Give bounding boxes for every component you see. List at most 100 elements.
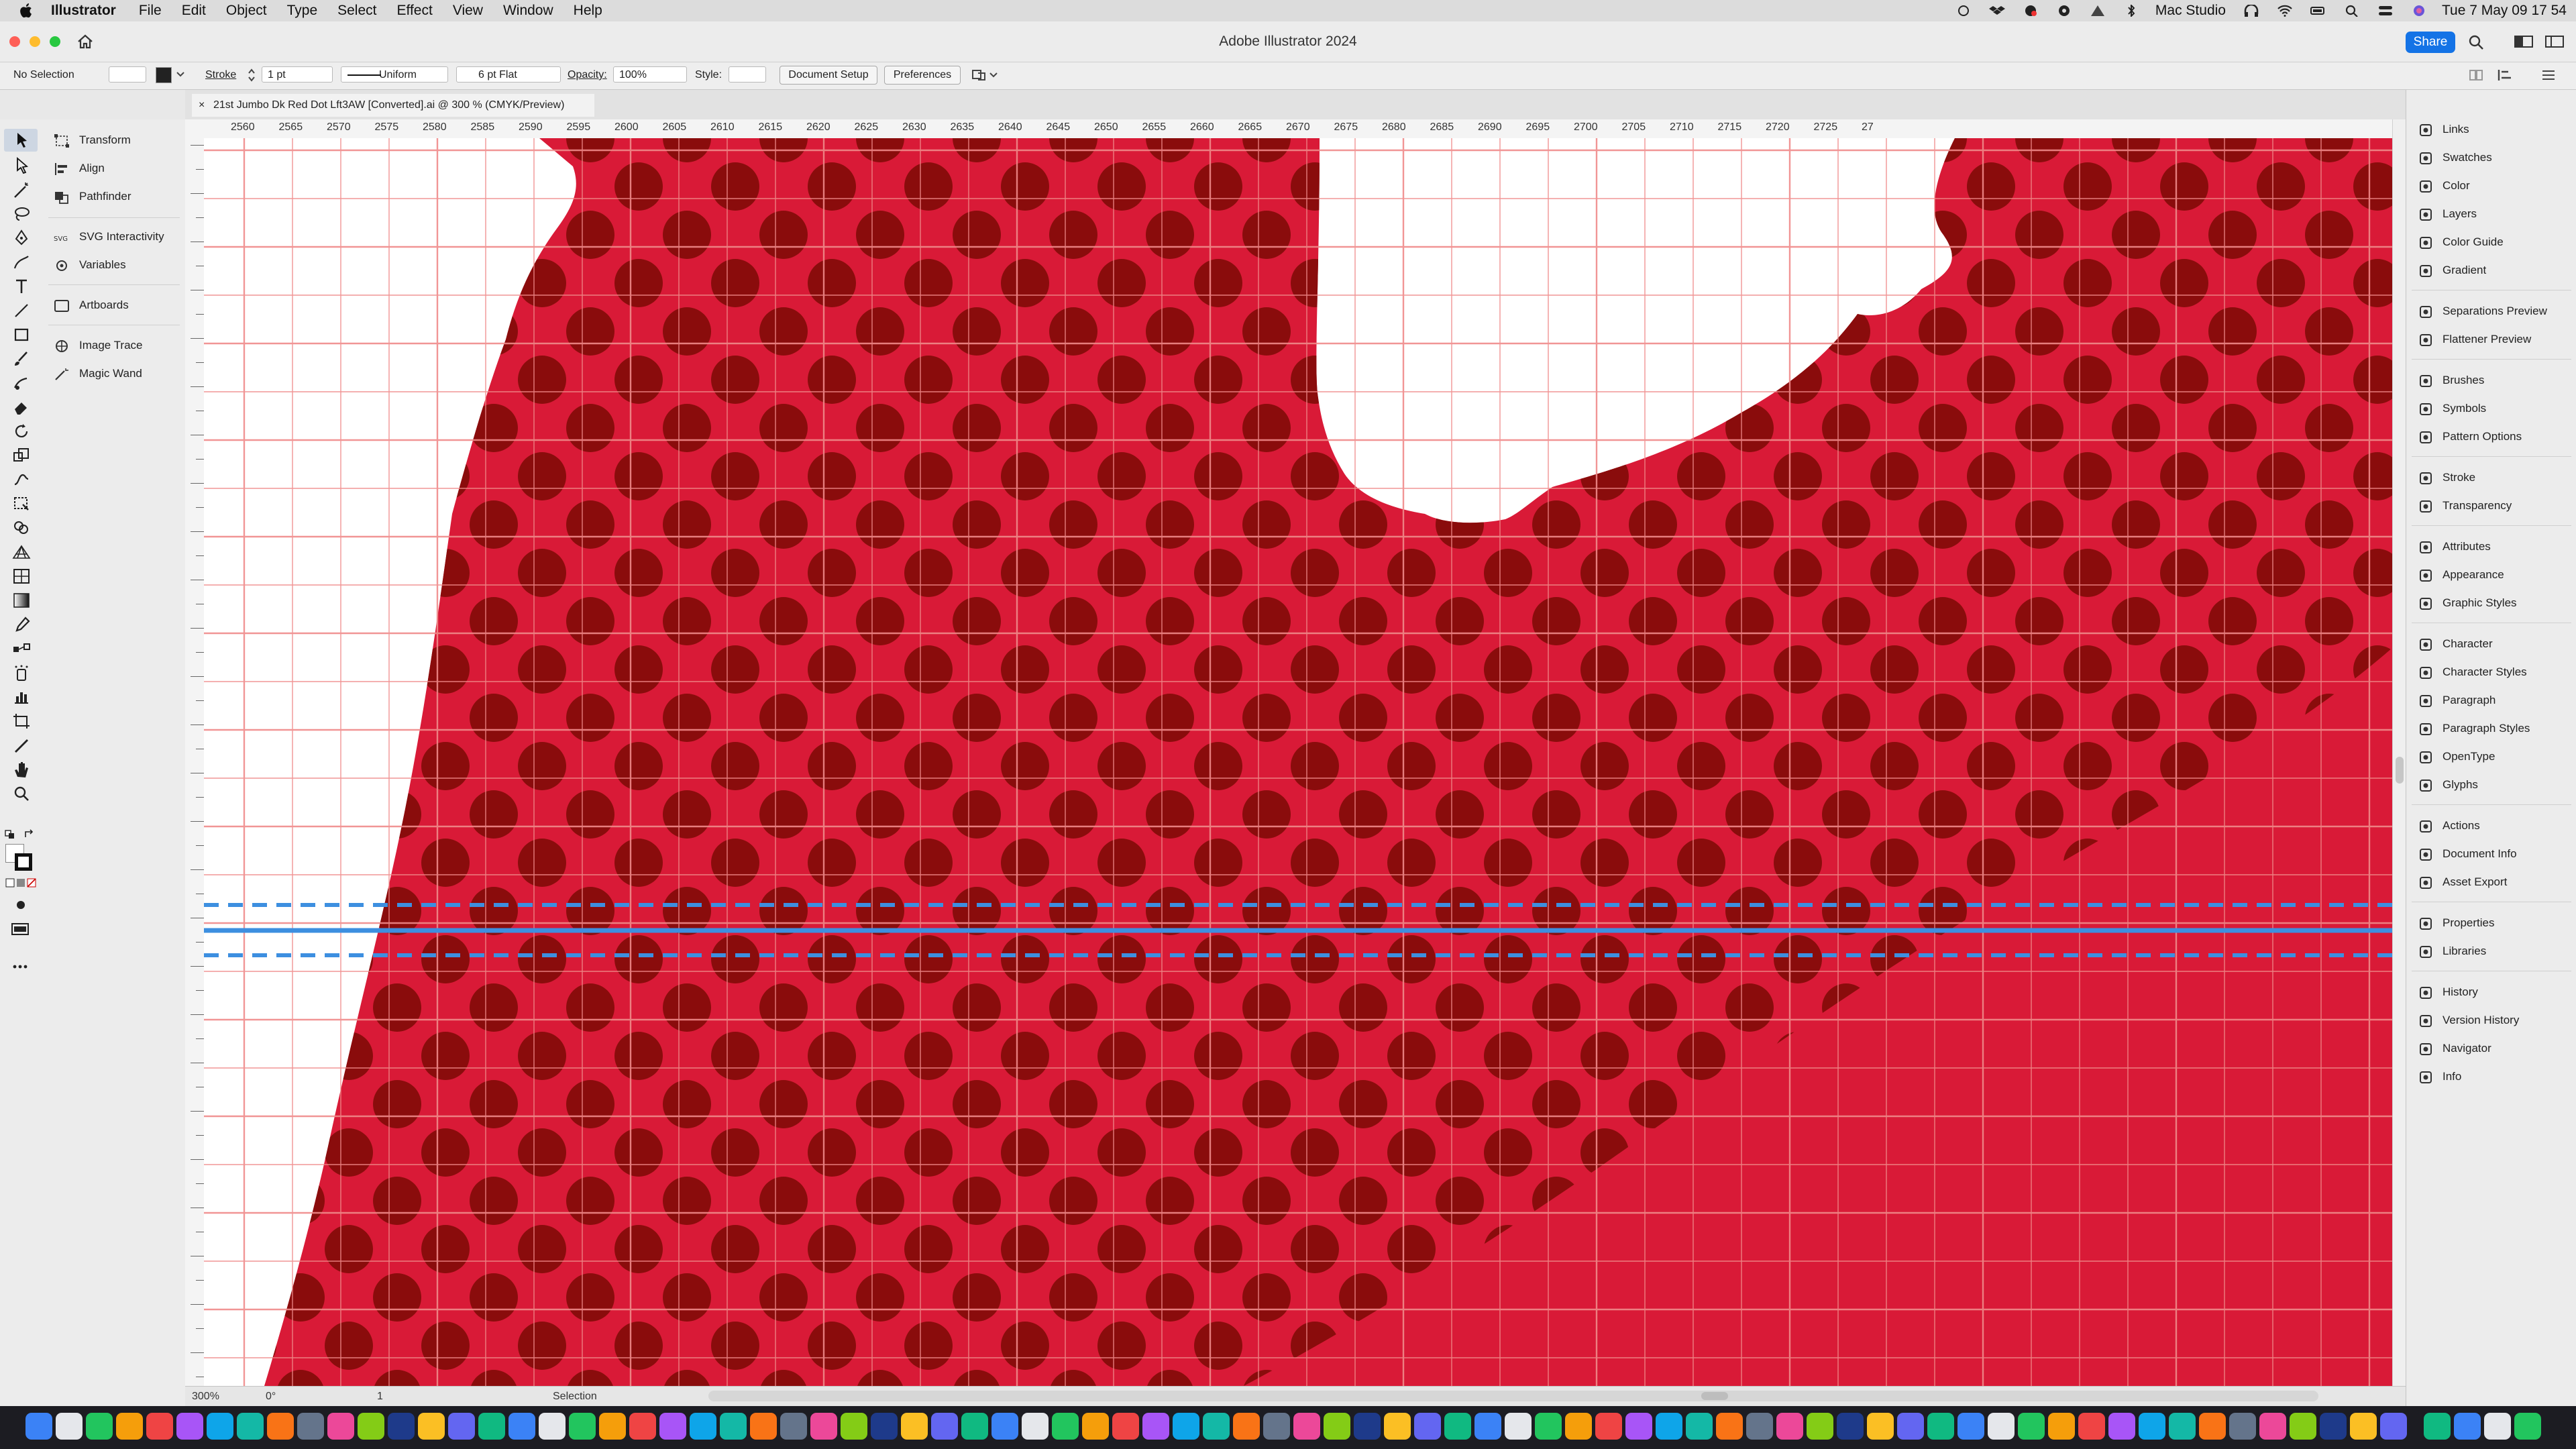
headphones-icon[interactable] bbox=[2243, 5, 2259, 17]
panel-libraries[interactable]: Libraries bbox=[2418, 940, 2486, 963]
draw-mode-icon[interactable] bbox=[12, 898, 30, 912]
panel-opentype[interactable]: OpenType bbox=[2418, 745, 2495, 768]
document-tab[interactable]: × 21st Jumbo Dk Red Dot Lft3AW [Converte… bbox=[192, 94, 594, 117]
panel-character[interactable]: Character bbox=[2418, 633, 2493, 655]
panel-graphic-styles[interactable]: Graphic Styles bbox=[2418, 592, 2517, 614]
dock-app-icon[interactable] bbox=[2229, 1413, 2256, 1440]
slice-tool-icon[interactable] bbox=[12, 737, 31, 754]
gradient-tool-icon[interactable] bbox=[12, 592, 31, 609]
panel-pathfinder[interactable]: Pathfinder bbox=[54, 186, 131, 207]
panel-artboards[interactable]: Artboards bbox=[54, 295, 129, 315]
symbol-sprayer-tool-icon[interactable] bbox=[12, 664, 31, 682]
dock-app-icon[interactable] bbox=[780, 1413, 807, 1440]
dock-app-icon[interactable] bbox=[1263, 1413, 1290, 1440]
eyedropper-tool-icon[interactable] bbox=[12, 616, 31, 633]
dock-app-icon[interactable] bbox=[116, 1413, 143, 1440]
stroke-swatch[interactable] bbox=[15, 853, 32, 871]
panel-symbols[interactable]: Symbols bbox=[2418, 397, 2486, 420]
creative-cloud-icon[interactable] bbox=[1955, 5, 1972, 17]
hand-tool-icon[interactable] bbox=[12, 761, 31, 778]
menu-file[interactable]: File bbox=[139, 3, 162, 19]
dock-app-icon[interactable] bbox=[207, 1413, 233, 1440]
stroke-weight-field[interactable]: 1 pt bbox=[262, 66, 333, 83]
swap-fill-stroke-icon[interactable] bbox=[23, 829, 36, 840]
menu-edit[interactable]: Edit bbox=[182, 3, 206, 19]
dock-app-icon[interactable] bbox=[1505, 1413, 1532, 1440]
dock-app-icon[interactable] bbox=[1746, 1413, 1773, 1440]
panel-asset-export[interactable]: Asset Export bbox=[2418, 871, 2507, 894]
artboard-number[interactable]: 1 bbox=[377, 1391, 383, 1403]
current-tool-status[interactable]: Selection bbox=[553, 1391, 597, 1403]
dock-app-icon[interactable] bbox=[2424, 1413, 2451, 1440]
search-icon[interactable] bbox=[2344, 5, 2360, 17]
scale-tool-icon[interactable] bbox=[12, 447, 31, 464]
dock-app-icon[interactable] bbox=[2018, 1413, 2045, 1440]
dock-app-icon[interactable] bbox=[1656, 1413, 1682, 1440]
dock-app-icon[interactable] bbox=[1293, 1413, 1320, 1440]
dock-app-icon[interactable] bbox=[176, 1413, 203, 1440]
dock-app-icon[interactable] bbox=[2514, 1413, 2541, 1440]
dock-app-icon[interactable] bbox=[508, 1413, 535, 1440]
direct-selection-tool-icon[interactable] bbox=[12, 157, 31, 174]
dock-app-icon[interactable] bbox=[2290, 1413, 2316, 1440]
arrange-icon[interactable] bbox=[971, 68, 998, 83]
menu-object[interactable]: Object bbox=[226, 3, 267, 19]
dock-app-icon[interactable] bbox=[1414, 1413, 1441, 1440]
dock-app-icon[interactable] bbox=[2139, 1413, 2165, 1440]
search-help-icon[interactable] bbox=[2467, 34, 2485, 51]
dock-app-icon[interactable] bbox=[358, 1413, 384, 1440]
stroke-color-swatch[interactable] bbox=[156, 67, 172, 83]
dock-app-icon[interactable] bbox=[1867, 1413, 1894, 1440]
warp-tool-icon[interactable] bbox=[12, 471, 31, 488]
panel-appearance[interactable]: Appearance bbox=[2418, 564, 2504, 586]
dock-app-icon[interactable] bbox=[1716, 1413, 1743, 1440]
clock[interactable]: Tue 7 May 09 17 54 bbox=[2442, 3, 2567, 19]
panel-variables[interactable]: Variables bbox=[54, 255, 126, 275]
dock-app-icon[interactable] bbox=[931, 1413, 958, 1440]
curvature-tool-icon[interactable] bbox=[12, 254, 31, 271]
dock-app-icon[interactable] bbox=[1173, 1413, 1199, 1440]
dock-app-icon[interactable] bbox=[1837, 1413, 1864, 1440]
eraser-tool-icon[interactable] bbox=[12, 398, 31, 416]
rectangle-tool-icon[interactable] bbox=[12, 326, 31, 343]
document-setup-button[interactable]: Document Setup bbox=[780, 66, 877, 85]
opacity-field[interactable]: 100% bbox=[613, 66, 687, 83]
rotate-tool-icon[interactable] bbox=[12, 423, 31, 440]
stroke-weight-stepper-icon[interactable] bbox=[247, 67, 256, 83]
panel-glyphs[interactable]: Glyphs bbox=[2418, 773, 2478, 796]
dock-app-icon[interactable] bbox=[25, 1413, 52, 1440]
panel-version-history[interactable]: Version History bbox=[2418, 1009, 2519, 1032]
dock-app-icon[interactable] bbox=[1535, 1413, 1562, 1440]
dock-app-icon[interactable] bbox=[1565, 1413, 1592, 1440]
brush-definition[interactable]: 6 pt Flat bbox=[456, 66, 561, 83]
dock-app-icon[interactable] bbox=[1776, 1413, 1803, 1440]
dock-app-icon[interactable] bbox=[418, 1413, 445, 1440]
panel-stroke[interactable]: Stroke bbox=[2418, 466, 2475, 489]
dock-app-icon[interactable] bbox=[237, 1413, 264, 1440]
dock-app-icon[interactable] bbox=[1233, 1413, 1260, 1440]
dock-app-icon[interactable] bbox=[2108, 1413, 2135, 1440]
dock-app-icon[interactable] bbox=[2169, 1413, 2196, 1440]
magic-wand-tool-icon[interactable] bbox=[12, 181, 31, 199]
panel-paragraph-styles[interactable]: Paragraph Styles bbox=[2418, 717, 2530, 740]
stroke-label[interactable]: Stroke bbox=[205, 69, 236, 81]
dock-app-icon[interactable] bbox=[1927, 1413, 1954, 1440]
dock-app-icon[interactable] bbox=[2259, 1413, 2286, 1440]
dock-app-icon[interactable] bbox=[961, 1413, 988, 1440]
panel-options-icon[interactable] bbox=[2469, 69, 2483, 81]
panel-paragraph[interactable]: Paragraph bbox=[2418, 689, 2496, 712]
dock-app-icon[interactable] bbox=[1203, 1413, 1230, 1440]
shaper-tool-icon[interactable] bbox=[12, 374, 31, 392]
panel-flattener-preview[interactable]: Flattener Preview bbox=[2418, 328, 2531, 351]
dock-app-icon[interactable] bbox=[297, 1413, 324, 1440]
dock-app-icon[interactable] bbox=[2380, 1413, 2407, 1440]
dock-app-icon[interactable] bbox=[659, 1413, 686, 1440]
panel-color-guide[interactable]: Color Guide bbox=[2418, 231, 2504, 254]
dock-app-icon[interactable] bbox=[1354, 1413, 1381, 1440]
dock-app-icon[interactable] bbox=[569, 1413, 596, 1440]
edit-toolbar-icon[interactable] bbox=[12, 963, 28, 970]
siri-icon[interactable] bbox=[2411, 5, 2427, 17]
dock-app-icon[interactable] bbox=[1142, 1413, 1169, 1440]
apple-logo-icon[interactable] bbox=[19, 3, 34, 18]
panel-gradient[interactable]: Gradient bbox=[2418, 259, 2486, 282]
